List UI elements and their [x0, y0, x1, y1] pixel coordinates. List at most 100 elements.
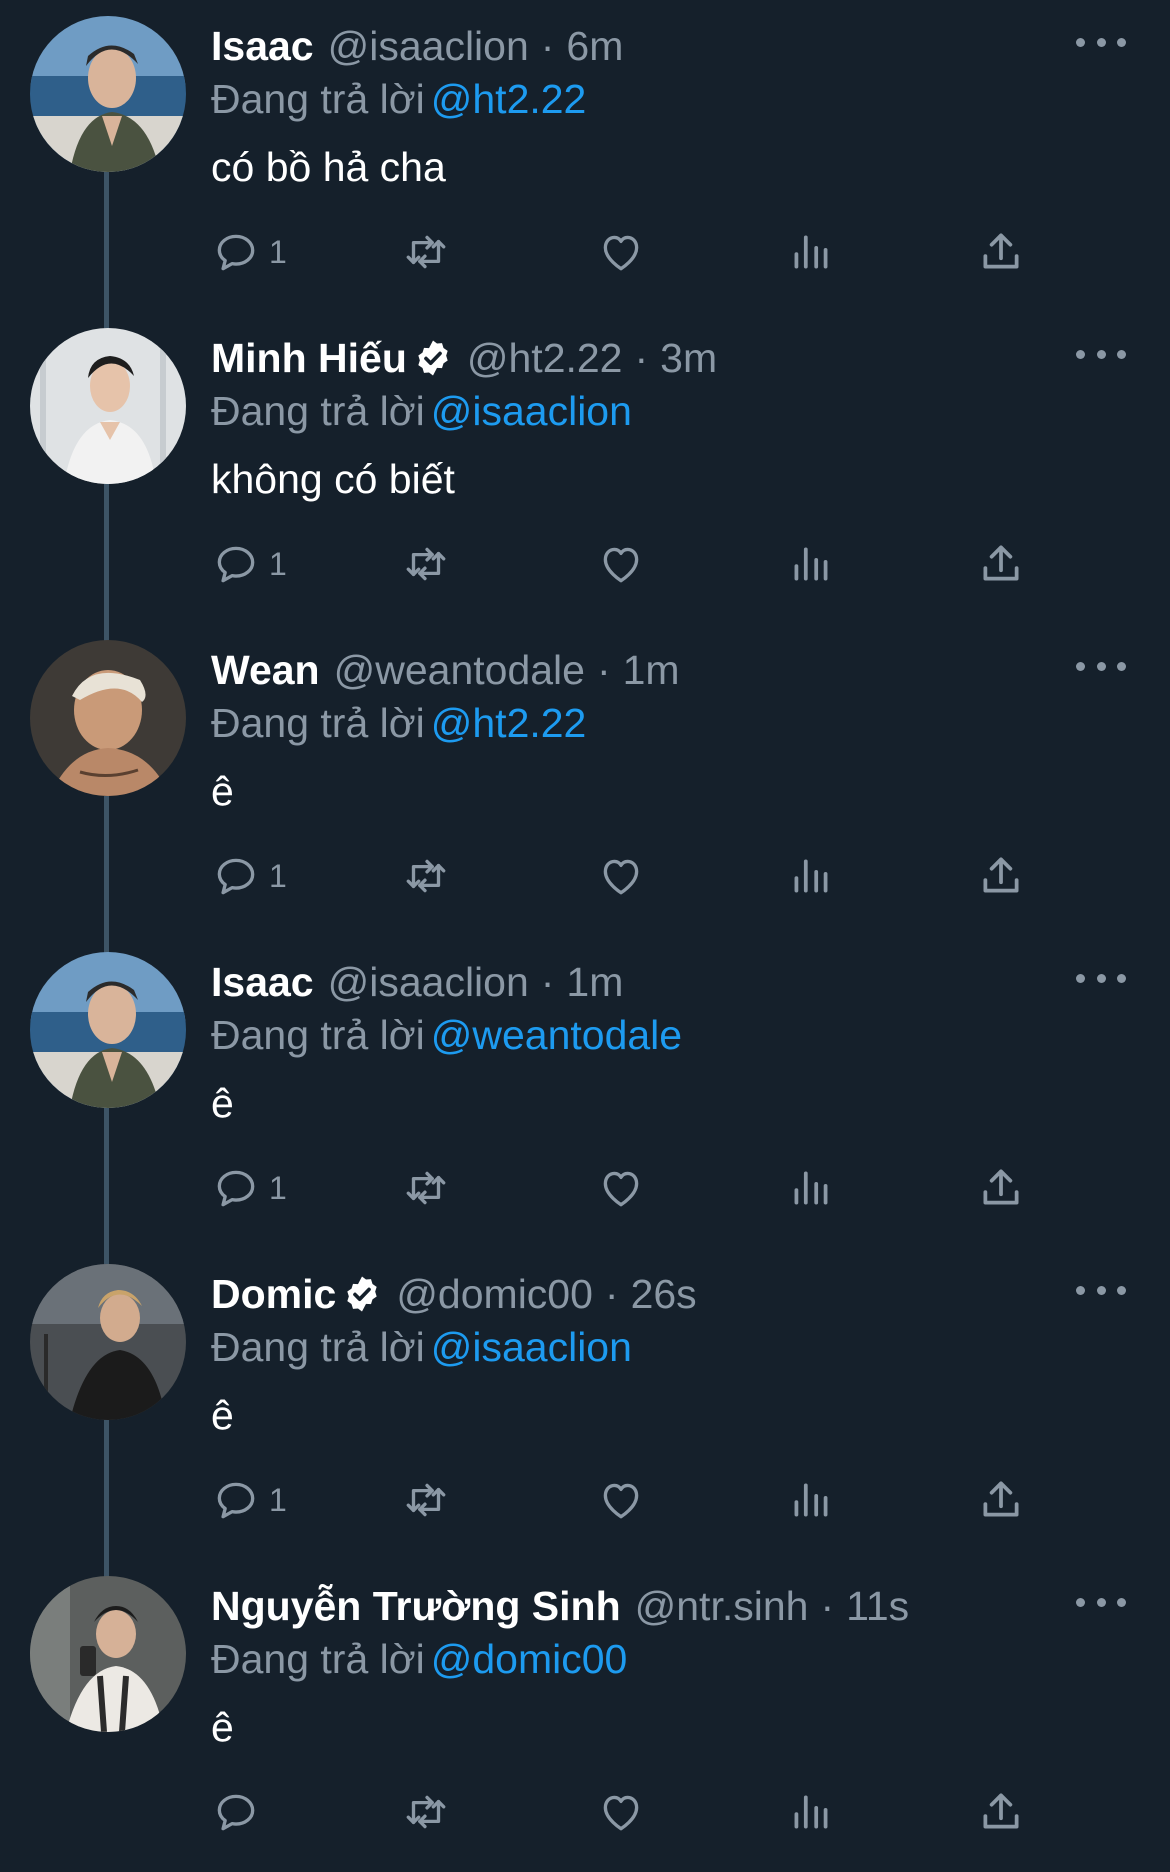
retweet-button[interactable] — [401, 1472, 451, 1528]
share-button[interactable] — [976, 848, 1026, 904]
reply-count: 1 — [269, 1169, 287, 1206]
retweet-button[interactable] — [401, 536, 451, 592]
views-button[interactable] — [786, 1784, 836, 1840]
username[interactable]: @ntr.sinh — [635, 1576, 809, 1636]
tweet[interactable]: Isaac @isaaclion · 6m Đang trả lời @ht2.2… — [0, 0, 1170, 312]
username[interactable]: @domic00 — [396, 1264, 593, 1324]
heart-icon — [603, 235, 639, 271]
share-button[interactable] — [976, 1784, 1026, 1840]
verified-badge-icon — [413, 338, 453, 378]
tweet[interactable]: Domic @domic00 · 26s Đang trả lời @isaacl… — [0, 1248, 1170, 1560]
display-name[interactable]: Nguyễn Trường Sinh — [211, 1576, 621, 1636]
username[interactable]: @weantodale — [334, 640, 585, 700]
replying-to-line: Đang trả lời @isaaclion — [211, 382, 632, 440]
tweet[interactable]: Nguyễn Trường Sinh @ntr.sinh · 11s Đang … — [0, 1560, 1170, 1872]
like-button[interactable] — [596, 224, 646, 280]
more-icon[interactable] — [1076, 1582, 1126, 1622]
timestamp[interactable]: 6m — [566, 16, 623, 76]
tweet-header: Minh Hiếu @ht2.22 · 3m — [211, 328, 717, 388]
share-button[interactable] — [976, 1472, 1026, 1528]
display-name[interactable]: Isaac — [211, 16, 314, 76]
timestamp[interactable]: 26s — [631, 1264, 697, 1324]
views-button[interactable] — [786, 1472, 836, 1528]
like-button[interactable] — [596, 1160, 646, 1216]
retweet-button[interactable] — [401, 1160, 451, 1216]
views-button[interactable] — [786, 536, 836, 592]
reply-button[interactable]: 1 — [211, 536, 287, 592]
replying-to-mention[interactable]: @domic00 — [431, 1636, 628, 1682]
more-icon[interactable] — [1076, 958, 1126, 998]
reply-button[interactable]: 1 — [211, 848, 287, 904]
display-name[interactable]: Domic — [211, 1264, 336, 1324]
reply-thread: Isaac @isaaclion · 6m Đang trả lời @ht2.2… — [0, 0, 1170, 1848]
replying-to-mention[interactable]: @isaaclion — [431, 388, 632, 434]
username[interactable]: @isaaclion — [328, 952, 529, 1012]
tweet-header: Wean @weantodale · 1m — [211, 640, 680, 700]
timestamp[interactable]: 3m — [660, 328, 717, 388]
display-name[interactable]: Isaac — [211, 952, 314, 1012]
tweet[interactable]: Wean @weantodale · 1m Đang trả lời @ht2.2… — [0, 624, 1170, 936]
reply-count: 1 — [269, 1481, 287, 1518]
reply-icon — [217, 1482, 255, 1519]
tweet[interactable]: Isaac @isaaclion · 1m Đang trả lời @weant… — [0, 936, 1170, 1248]
separator-dot: · — [820, 1583, 835, 1629]
more-icon[interactable] — [1076, 22, 1126, 62]
share-icon — [983, 857, 1019, 893]
avatar[interactable] — [30, 640, 186, 796]
avatar[interactable] — [30, 1576, 186, 1732]
retweet-button[interactable] — [401, 848, 451, 904]
avatar-minh-hieu — [30, 328, 186, 484]
more-icon[interactable] — [1076, 1270, 1126, 1310]
like-button[interactable] — [596, 536, 646, 592]
share-button[interactable] — [976, 536, 1026, 592]
reply-button[interactable]: 1 — [211, 224, 287, 280]
avatar[interactable] — [30, 1264, 186, 1420]
replying-to-mention[interactable]: @ht2.22 — [431, 76, 587, 122]
timestamp[interactable]: 11s — [846, 1576, 909, 1636]
avatar[interactable] — [30, 328, 186, 484]
views-icon — [794, 1171, 828, 1205]
reply-icon — [217, 234, 255, 271]
reply-icon — [217, 546, 255, 583]
replying-to-mention[interactable]: @ht2.22 — [431, 700, 587, 746]
replying-to-mention[interactable]: @isaaclion — [431, 1324, 632, 1370]
display-name[interactable]: Wean — [211, 640, 320, 700]
like-button[interactable] — [596, 1472, 646, 1528]
heart-icon — [603, 1483, 639, 1519]
display-name[interactable]: Minh Hiếu — [211, 328, 407, 388]
reply-button[interactable]: 1 — [211, 1472, 287, 1528]
tweet-text: có bồ hả cha — [211, 144, 446, 190]
reply-button[interactable]: 1 — [211, 1160, 287, 1216]
replying-to-label: Đang trả lời — [211, 1636, 425, 1682]
replying-to-label: Đang trả lời — [211, 1324, 425, 1370]
like-button[interactable] — [596, 848, 646, 904]
timestamp[interactable]: 1m — [566, 952, 623, 1012]
retweet-button[interactable] — [401, 224, 451, 280]
heart-icon — [603, 859, 639, 895]
share-button[interactable] — [976, 224, 1026, 280]
replying-to-label: Đang trả lời — [211, 700, 425, 746]
views-button[interactable] — [786, 1160, 836, 1216]
username[interactable]: @isaaclion — [328, 16, 529, 76]
views-button[interactable] — [786, 848, 836, 904]
username[interactable]: @ht2.22 — [467, 328, 623, 388]
share-button[interactable] — [976, 1160, 1026, 1216]
replying-to-label: Đang trả lời — [211, 1012, 425, 1058]
tweet[interactable]: Minh Hiếu @ht2.22 · 3m Đang trả lời @isaa… — [0, 312, 1170, 624]
replying-to-mention[interactable]: @weantodale — [431, 1012, 682, 1058]
action-bar: 1 — [211, 536, 1031, 592]
heart-icon — [603, 1171, 639, 1207]
reply-count: 1 — [269, 233, 287, 270]
avatar[interactable] — [30, 16, 186, 172]
like-button[interactable] — [596, 1784, 646, 1840]
tweet-header: Domic @domic00 · 26s — [211, 1264, 697, 1324]
views-button[interactable] — [786, 224, 836, 280]
more-icon[interactable] — [1076, 334, 1126, 374]
heart-icon — [603, 547, 639, 583]
retweet-icon — [406, 235, 446, 269]
more-icon[interactable] — [1076, 646, 1126, 686]
retweet-button[interactable] — [401, 1784, 451, 1840]
timestamp[interactable]: 1m — [623, 640, 680, 700]
reply-button[interactable] — [211, 1784, 269, 1840]
avatar[interactable] — [30, 952, 186, 1108]
